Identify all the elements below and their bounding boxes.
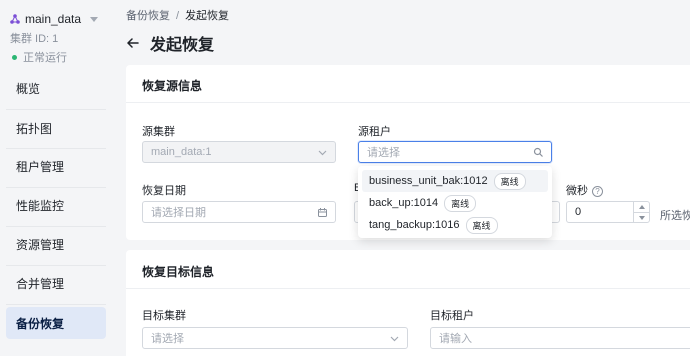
status-badge: 离线 [493, 172, 526, 190]
help-icon[interactable]: ? [592, 185, 603, 197]
nav-divider [6, 265, 106, 266]
sidebar-item-backup-restore[interactable]: 备份恢复 [6, 307, 106, 339]
status-dot-icon [12, 54, 17, 60]
microsecond-value: 0 [575, 206, 582, 218]
dropdown-option[interactable]: tang_backup:1016 离线 [362, 214, 548, 236]
sidebar-item-topology[interactable]: 拓扑图 [6, 112, 106, 144]
nav-divider [6, 304, 106, 305]
nav-divider [6, 187, 106, 188]
section-divider [126, 102, 690, 103]
dropdown-option[interactable]: back_up:1014 离线 [362, 192, 548, 214]
breadcrumb-parent[interactable]: 备份恢复 [126, 10, 170, 22]
restore-date-picker[interactable]: 请选择日期 [142, 201, 336, 223]
microsecond-stepper[interactable]: 0 [566, 201, 650, 223]
section-divider [126, 288, 690, 289]
restore-target-card: 恢复目标信息 目标集群 请选择 目标租户 请输入 [126, 250, 690, 356]
source-tenant-dropdown: business_unit_bak:1012 离线 back_up:1014 离… [358, 166, 552, 238]
dropdown-option[interactable]: business_unit_bak:1012 离线 [362, 170, 548, 192]
cluster-id: 集群 ID: 1 [10, 33, 59, 45]
search-icon [533, 147, 543, 157]
increment-button[interactable] [634, 202, 649, 212]
target-tenant-label: 目标租户 [430, 310, 474, 322]
sidebar-item-tenants[interactable]: 租户管理 [6, 150, 106, 182]
cluster-status-text: 正常运行 [23, 52, 67, 64]
cluster-switcher[interactable]: main_data 集群 ID: 1 正常运行 [10, 10, 102, 65]
calendar-icon [318, 208, 327, 217]
source-cluster-select: main_data:1 [142, 141, 336, 163]
page-title: 发起恢复 [150, 37, 215, 54]
breadcrumb: 备份恢复 / 发起恢复 [126, 7, 229, 23]
back-arrow-icon[interactable] [126, 36, 140, 50]
chevron-down-icon [318, 150, 327, 156]
breadcrumb-separator: / [176, 10, 180, 22]
stepper-buttons[interactable] [633, 202, 649, 222]
chevron-down-icon[interactable] [90, 16, 98, 22]
source-tenant-select[interactable]: 请选择 [358, 141, 552, 163]
decrement-button[interactable] [634, 212, 649, 222]
target-cluster-label: 目标集群 [142, 310, 186, 322]
option-name: business_unit_bak:1012 [369, 175, 488, 187]
nav-divider [6, 226, 106, 227]
caret-down-icon [638, 215, 645, 220]
target-tenant-placeholder: 请输入 [439, 333, 472, 345]
target-cluster-placeholder: 请选择 [151, 333, 184, 345]
source-tenant-placeholder: 请选择 [367, 147, 400, 159]
page-header: 发起恢复 [126, 31, 214, 55]
section-title: 恢复源信息 [142, 79, 203, 93]
nav-divider [6, 109, 106, 110]
source-cluster-label: 源集群 [142, 126, 175, 138]
sidebar-item-monitoring[interactable]: 性能监控 [6, 189, 106, 221]
sidebar-item-resources[interactable]: 资源管理 [6, 228, 106, 260]
source-tenant-label: 源租户 [358, 126, 391, 138]
target-cluster-select[interactable]: 请选择 [142, 327, 408, 349]
status-badge: 离线 [465, 216, 498, 234]
restore-date-placeholder: 请选择日期 [151, 207, 206, 219]
option-name: back_up:1014 [369, 197, 439, 209]
restore-date-label: 恢复日期 [142, 185, 186, 197]
microsecond-label-text: 微秒 [566, 185, 588, 197]
cluster-logo-icon [10, 14, 20, 24]
sidebar: main_data 集群 ID: 1 正常运行 概览 拓扑图 租户管理 性能监控… [0, 0, 112, 356]
sidebar-item-merge[interactable]: 合并管理 [6, 267, 106, 299]
caret-up-icon [638, 205, 645, 209]
option-name: tang_backup:1016 [369, 219, 460, 231]
selected-hint: 所选恢 [660, 210, 690, 222]
sidebar-item-overview[interactable]: 概览 [6, 72, 106, 104]
breadcrumb-current: 发起恢复 [185, 10, 230, 22]
target-tenant-input[interactable]: 请输入 [430, 327, 690, 349]
microsecond-label: 微秒? [566, 182, 603, 198]
section-title: 恢复目标信息 [142, 265, 215, 279]
cluster-name: main_data [25, 12, 82, 26]
status-badge: 离线 [444, 194, 477, 212]
chevron-down-icon [390, 336, 399, 342]
nav-divider [6, 148, 106, 149]
cluster-status: 正常运行 [10, 49, 102, 65]
source-cluster-value: main_data:1 [151, 146, 212, 158]
